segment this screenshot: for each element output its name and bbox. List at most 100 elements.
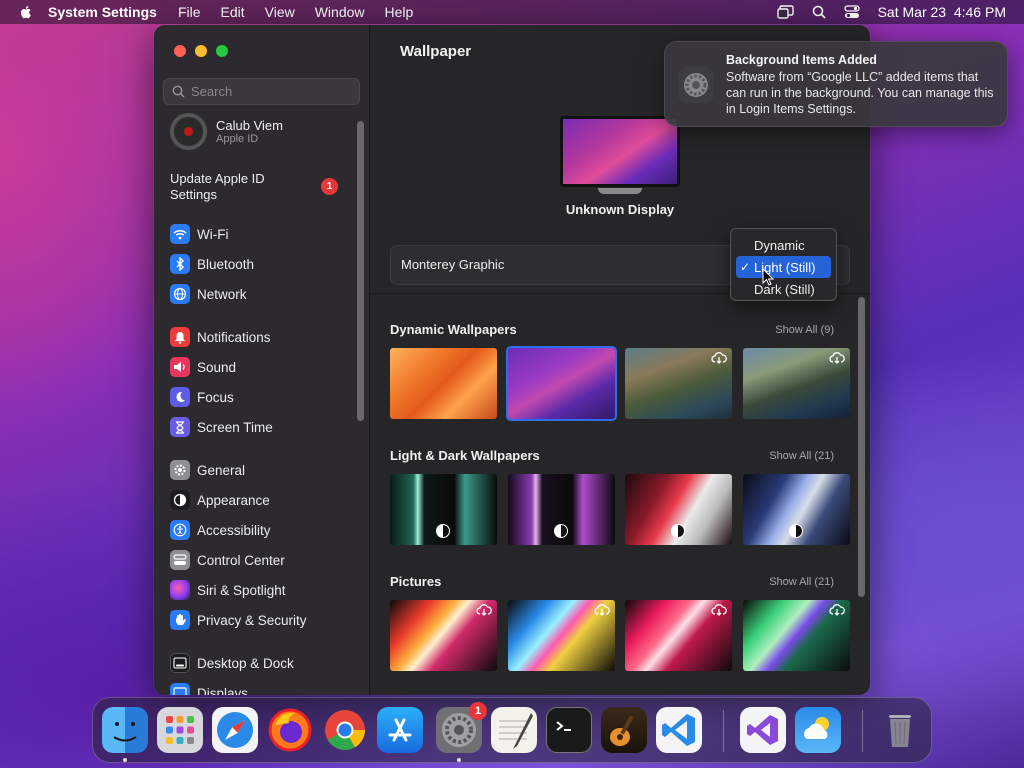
menu-option-dark-still[interactable]: Dark (Still) bbox=[736, 278, 831, 300]
sidebar-item-accessibility[interactable]: Accessibility bbox=[170, 519, 271, 541]
sidebar-item-label: Notifications bbox=[197, 329, 271, 345]
control-center-icon[interactable] bbox=[843, 5, 860, 19]
dock-separator bbox=[723, 710, 724, 752]
page-title: Wallpaper bbox=[400, 43, 472, 60]
download-cloud-icon bbox=[711, 604, 727, 616]
sidebar-item-label: Desktop & Dock bbox=[197, 655, 294, 671]
wallpaper-thumbnail-catalina[interactable] bbox=[743, 348, 850, 419]
sidebar-item-label: General bbox=[197, 462, 246, 478]
vscode-icon[interactable] bbox=[656, 707, 702, 753]
firefox-icon[interactable] bbox=[267, 707, 313, 753]
light-dark-icon bbox=[436, 524, 450, 538]
sidebar-item-label: Bluetooth bbox=[197, 256, 255, 272]
sidebar-item-notifications[interactable]: Notifications bbox=[170, 326, 271, 348]
spotlight-search-icon[interactable] bbox=[812, 5, 826, 19]
sidebar-item-screen-time[interactable]: Screen Time bbox=[170, 416, 273, 438]
download-cloud-icon bbox=[711, 352, 727, 364]
light-dark-icon bbox=[789, 524, 803, 538]
notification-title: Background Items Added bbox=[726, 53, 877, 67]
close-button[interactable] bbox=[174, 45, 186, 57]
show-all-dynamic-button[interactable]: Show All (9) bbox=[775, 324, 834, 336]
apple-id-account[interactable]: Calub Viem Apple ID bbox=[170, 113, 283, 150]
display-icon bbox=[170, 683, 190, 695]
apple-logo-icon[interactable] bbox=[18, 4, 34, 20]
safari-icon[interactable] bbox=[212, 707, 258, 753]
sidebar-item-bluetooth[interactable]: Bluetooth bbox=[170, 253, 254, 275]
accessibility-icon bbox=[170, 520, 190, 540]
clock[interactable]: Sat Mar 23 4:46 PM bbox=[878, 4, 1006, 20]
sidebar-item-privacy-security[interactable]: Privacy & Security bbox=[170, 609, 307, 631]
dock: 1 bbox=[92, 697, 932, 763]
display-preview-screen bbox=[560, 116, 680, 187]
launchpad-icon[interactable] bbox=[157, 707, 203, 753]
menu-option-light-still[interactable]: ✓ Light (Still) bbox=[736, 256, 831, 278]
weather-icon[interactable] bbox=[795, 707, 841, 753]
zoom-button[interactable] bbox=[216, 45, 228, 57]
sidebar-item-label: Screen Time bbox=[197, 419, 273, 435]
display-name: Unknown Display bbox=[565, 202, 675, 217]
download-cloud-icon bbox=[476, 604, 492, 616]
finder-icon[interactable] bbox=[102, 707, 148, 753]
bluetooth-icon bbox=[170, 254, 190, 274]
textedit-icon[interactable] bbox=[491, 707, 537, 753]
notification-banner[interactable]: Background Items Added Software from “Go… bbox=[664, 41, 1008, 127]
system-settings-gear-icon bbox=[678, 67, 714, 103]
light-dark-icon bbox=[671, 524, 685, 538]
wallpaper-thumbnail-imac-purple[interactable] bbox=[508, 474, 615, 545]
trash-icon[interactable] bbox=[877, 707, 923, 753]
show-all-light-dark-button[interactable]: Show All (21) bbox=[769, 450, 834, 462]
chrome-icon[interactable] bbox=[322, 707, 368, 753]
wallpaper-thumbnail-ventura-red[interactable] bbox=[625, 474, 732, 545]
minimize-button[interactable] bbox=[195, 45, 207, 57]
wallpaper-thumbnail-picture-4[interactable] bbox=[743, 600, 850, 671]
hand-icon bbox=[170, 610, 190, 630]
sidebar-item-sound[interactable]: Sound bbox=[170, 356, 236, 378]
sidebar-item-label: Displays bbox=[197, 685, 249, 696]
visual-studio-icon[interactable] bbox=[740, 707, 786, 753]
wallpaper-thumbnail-big-sur-coast[interactable] bbox=[625, 348, 732, 419]
search-input[interactable] bbox=[191, 84, 351, 99]
sidebar-item-network[interactable]: Network bbox=[170, 283, 247, 305]
screen-mirroring-icon[interactable] bbox=[776, 5, 794, 19]
update-apple-id-settings[interactable]: Update Apple ID Settings 1 bbox=[170, 171, 360, 203]
terminal-icon[interactable] bbox=[546, 707, 592, 753]
download-cloud-icon bbox=[829, 604, 845, 616]
menu-option-dynamic[interactable]: Dynamic bbox=[736, 234, 831, 256]
update-badge: 1 bbox=[321, 178, 338, 195]
show-all-pictures-button[interactable]: Show All (21) bbox=[769, 576, 834, 588]
wallpaper-thumbnail-picture-3[interactable] bbox=[625, 600, 732, 671]
menu-view[interactable]: View bbox=[265, 4, 295, 20]
menu-edit[interactable]: Edit bbox=[221, 4, 245, 20]
sidebar-item-label: Siri & Spotlight bbox=[197, 582, 286, 598]
sidebar-item-appearance[interactable]: Appearance bbox=[170, 489, 270, 511]
update-label: Update Apple ID Settings bbox=[170, 171, 265, 202]
speaker-icon bbox=[170, 357, 190, 377]
wallpaper-thumbnail-monterey[interactable] bbox=[390, 348, 497, 419]
menu-file[interactable]: File bbox=[178, 4, 201, 20]
sidebar-item-label: Accessibility bbox=[197, 522, 271, 538]
wallpaper-thumbnail-picture-2[interactable] bbox=[508, 600, 615, 671]
checkmark-icon: ✓ bbox=[740, 260, 751, 274]
app-menu-system-settings[interactable]: System Settings bbox=[48, 4, 157, 20]
sidebar-scrollbar[interactable] bbox=[357, 121, 364, 421]
sidebar-item-general[interactable]: General bbox=[170, 459, 245, 481]
wallpaper-thumbnail-ventura-blue[interactable] bbox=[743, 474, 850, 545]
sidebar-item-siri-spotlight[interactable]: Siri & Spotlight bbox=[170, 579, 286, 601]
app-store-icon[interactable] bbox=[377, 707, 423, 753]
menu-bar: System Settings File Edit View Window He… bbox=[0, 0, 1024, 24]
menu-window[interactable]: Window bbox=[315, 4, 365, 20]
menu-help[interactable]: Help bbox=[385, 4, 414, 20]
sidebar-item-label: Network bbox=[197, 286, 247, 302]
option-label: Dynamic bbox=[754, 237, 805, 253]
wallpaper-thumbnail-imac-green[interactable] bbox=[390, 474, 497, 545]
garageband-icon[interactable] bbox=[601, 707, 647, 753]
sidebar-item-desktop-dock[interactable]: Desktop & Dock bbox=[170, 652, 294, 674]
wallpaper-thumbnail-monterey-graphic[interactable] bbox=[506, 346, 617, 421]
sidebar-item-wifi[interactable]: Wi-Fi bbox=[170, 223, 228, 245]
wallpaper-thumbnail-picture-1[interactable] bbox=[390, 600, 497, 671]
search-field[interactable] bbox=[163, 78, 360, 105]
sidebar-item-displays[interactable]: Displays bbox=[170, 682, 248, 695]
sidebar-item-focus[interactable]: Focus bbox=[170, 386, 234, 408]
sidebar-item-control-center[interactable]: Control Center bbox=[170, 549, 285, 571]
content-scrollbar[interactable] bbox=[858, 297, 865, 597]
